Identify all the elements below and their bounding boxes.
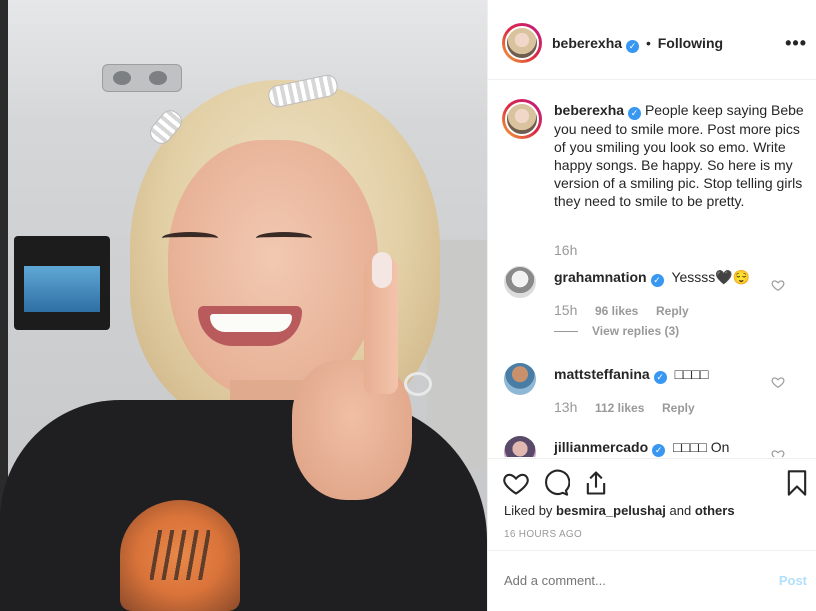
comments-list[interactable]: beberexha ✓ People keep saying Bebe you n… <box>488 81 816 457</box>
photo-ring <box>404 372 432 396</box>
commenter-username[interactable]: jillianmercado <box>554 439 648 455</box>
view-replies-button[interactable]: View replies (3) <box>554 324 679 338</box>
caption-text: People keep saying Bebe you need to smil… <box>554 102 804 209</box>
replies-line <box>554 331 578 333</box>
author-avatar[interactable] <box>502 23 542 63</box>
view-replies-label: View replies (3) <box>592 324 680 338</box>
comment-item: grahamnation ✓ Yessss🖤😌 15h 96 likes Repl… <box>502 266 807 346</box>
caption-username[interactable]: beberexha <box>554 102 624 118</box>
verified-badge-icon: ✓ <box>652 444 666 457</box>
photo-eye-left <box>162 232 218 244</box>
comment-text: □□□□ On <box>673 439 730 455</box>
author-username[interactable]: beberexha <box>552 35 622 51</box>
comment-text: Yessss🖤😌 <box>671 269 751 285</box>
commenter-avatar[interactable] <box>504 363 536 395</box>
commenter-username[interactable]: grahamnation <box>554 269 647 285</box>
comment-meta: 15h 96 likes Reply <box>554 302 703 318</box>
reply-button[interactable]: Reply <box>662 401 695 415</box>
comment-body: mattsteffanina ✓ □□□□ <box>554 365 774 384</box>
photo-teeth <box>210 314 292 332</box>
add-comment-input[interactable] <box>504 573 754 588</box>
share-icon[interactable] <box>582 469 610 497</box>
comment-text: □□□□ <box>674 366 709 382</box>
comment-age[interactable]: 15h <box>554 302 577 318</box>
liked-by-others[interactable]: others <box>695 503 735 518</box>
liked-by-line: Liked by besmira_pelushaj and others <box>504 503 735 518</box>
comment-like-heart-icon[interactable] <box>771 375 785 389</box>
verified-badge-icon: ✓ <box>653 371 667 384</box>
photo-eye-right <box>256 232 312 244</box>
comment-like-heart-icon[interactable] <box>771 448 785 457</box>
photo-tiger-print <box>120 500 240 611</box>
comment-likes[interactable]: 112 likes <box>595 401 644 415</box>
comment-meta: 13h 112 likes Reply <box>554 399 709 415</box>
liked-by-and: and <box>669 503 692 518</box>
caption-avatar[interactable] <box>502 99 542 139</box>
commenter-avatar[interactable] <box>504 436 536 457</box>
post-comment-button[interactable]: Post <box>779 573 807 588</box>
comment-like-heart-icon[interactable] <box>771 278 785 292</box>
commenter-username[interactable]: mattsteffanina <box>554 366 650 382</box>
separator-dot: • <box>645 35 651 51</box>
author-name-row: beberexha ✓ • Following <box>552 35 723 53</box>
comment-likes[interactable]: 96 likes <box>595 304 638 318</box>
comment-item: jillianmercado ✓ □□□□ On <box>502 436 807 457</box>
comment-item: mattsteffanina ✓ □□□□ 13h 112 likes Reply <box>502 363 807 443</box>
liked-by-prefix: Liked by <box>504 503 553 518</box>
verified-badge-icon: ✓ <box>650 274 664 287</box>
post-timestamp[interactable]: 16 HOURS AGO <box>504 529 582 540</box>
caption-avatar-image <box>505 102 539 136</box>
comment-bubble-icon[interactable] <box>542 469 570 497</box>
comment-age[interactable]: 13h <box>554 399 577 415</box>
photo-seat-screen <box>14 236 110 330</box>
comment-body: jillianmercado ✓ □□□□ On <box>554 438 774 457</box>
add-comment-bar: Post <box>488 550 816 611</box>
caption-text-block: beberexha ✓ People keep saying Bebe you n… <box>554 101 804 210</box>
post-photo[interactable] <box>0 0 487 611</box>
reply-button[interactable]: Reply <box>656 304 689 318</box>
verified-badge-icon: ✓ <box>626 40 640 53</box>
verified-badge-icon: ✓ <box>628 107 642 120</box>
following-button[interactable]: Following <box>658 35 723 51</box>
post-header: beberexha ✓ • Following ••• <box>488 0 816 80</box>
photo-sweater <box>0 400 487 611</box>
post-side-panel: beberexha ✓ • Following ••• beberexha ✓ Pe… <box>487 0 816 611</box>
photo-seat-screen-display <box>24 266 100 312</box>
commenter-avatar[interactable] <box>504 266 536 298</box>
heart-icon[interactable] <box>502 469 530 497</box>
author-avatar-image <box>505 26 539 60</box>
liked-by-user[interactable]: besmira_pelushaj <box>556 503 666 518</box>
more-options-icon[interactable]: ••• <box>785 33 807 54</box>
photo-fingernail <box>372 252 392 288</box>
photo-air-vent <box>102 64 182 92</box>
comment-body: grahamnation ✓ Yessss🖤😌 <box>554 268 774 287</box>
post-actions-bar <box>488 458 816 506</box>
bookmark-icon[interactable] <box>783 469 811 497</box>
caption-age[interactable]: 16h <box>554 242 577 258</box>
